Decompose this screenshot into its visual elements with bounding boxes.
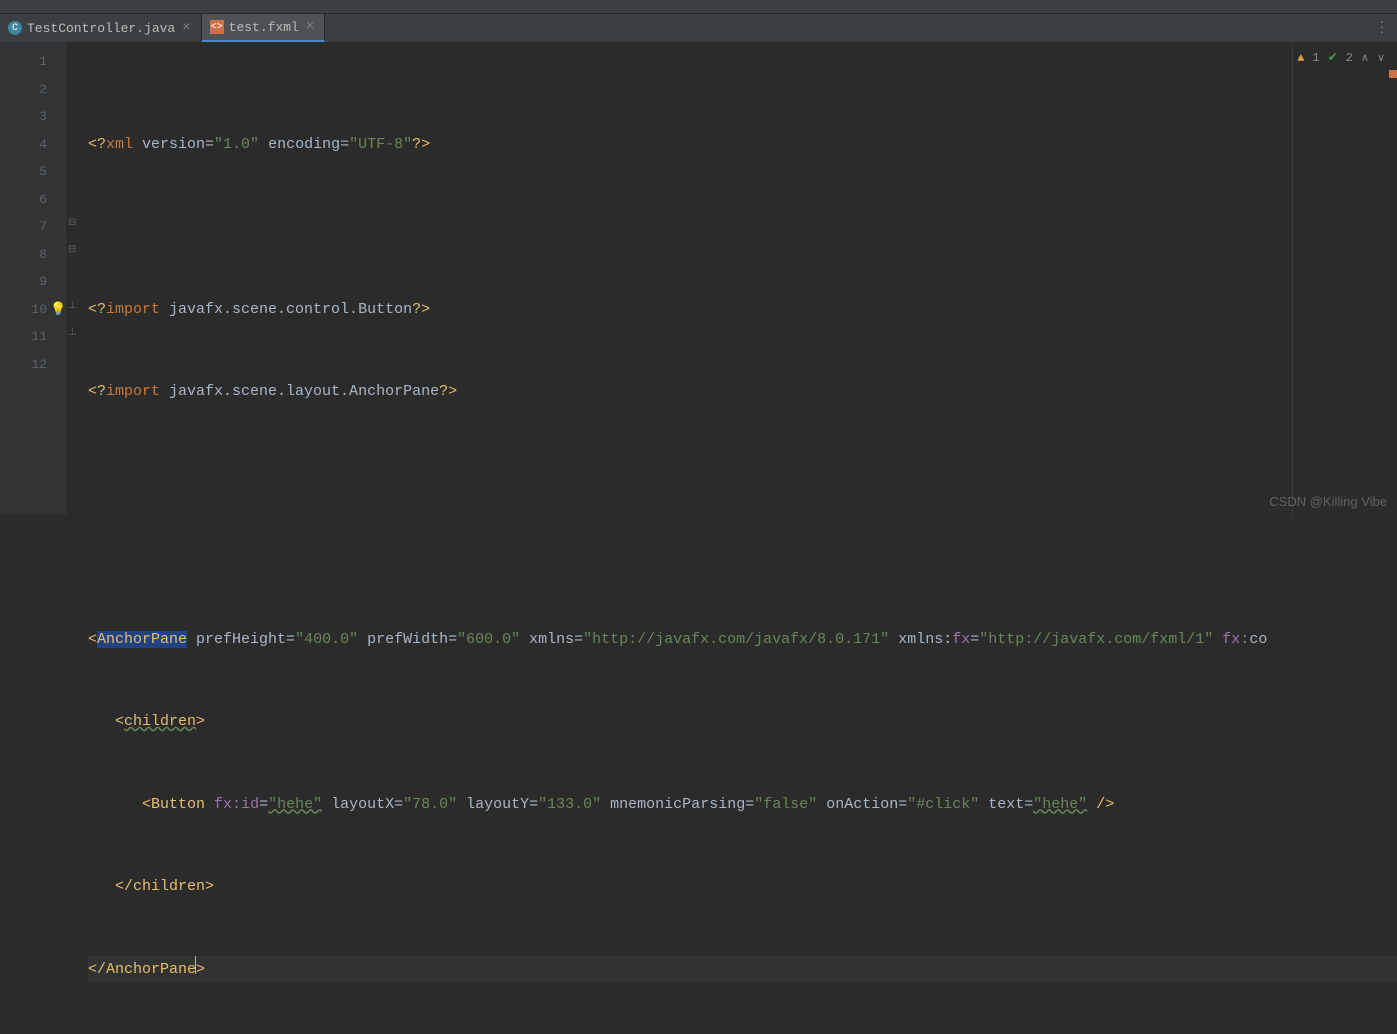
line-number: 2	[6, 76, 47, 104]
line-number: 9	[6, 268, 47, 296]
error-stripe-marker[interactable]	[1389, 70, 1397, 78]
line-number: 1	[6, 48, 47, 76]
prev-highlight-icon[interactable]: ∧	[1361, 51, 1369, 65]
code-line: <?import javafx.scene.control.Button?>	[88, 296, 1397, 324]
inspection-widget[interactable]: ▲ 1 ✔ 2 ∧ ∨	[1297, 50, 1385, 65]
warning-icon: ▲	[1297, 51, 1304, 65]
line-number: 11	[6, 323, 47, 351]
java-file-icon: C	[8, 21, 22, 35]
fxml-file-icon: <>	[210, 20, 224, 34]
line-number: 3	[6, 103, 47, 131]
tab-testcontroller[interactable]: C TestController.java ×	[0, 14, 202, 42]
code-line	[88, 213, 1397, 241]
line-number: 7	[6, 213, 47, 241]
ok-check-icon: ✔	[1328, 50, 1338, 65]
line-number-gutter: 1 2 3 4 5 6 7 8 9 10 11 12	[0, 42, 66, 514]
tab-label: TestController.java	[27, 21, 175, 36]
watermark-text: CSDN @Killing Vibe	[1269, 494, 1387, 509]
next-highlight-icon[interactable]: ∨	[1377, 51, 1385, 65]
line-number: 10	[6, 296, 47, 324]
close-icon[interactable]: ×	[180, 20, 192, 36]
tab-test-fxml[interactable]: <> test.fxml ×	[202, 14, 326, 42]
code-line: <?import javafx.scene.layout.AnchorPane?…	[88, 378, 1397, 406]
warning-count: 1	[1312, 51, 1319, 65]
code-line	[88, 543, 1397, 571]
code-content[interactable]: 💡 <?xml version="1.0" encoding="UTF-8"?>…	[66, 42, 1397, 514]
line-number: 6	[6, 186, 47, 214]
line-number: 8	[6, 241, 47, 269]
top-toolbar	[0, 0, 1397, 14]
line-number: 4	[6, 131, 47, 159]
line-number: 12	[6, 351, 47, 379]
tab-label: test.fxml	[229, 20, 299, 35]
ok-count: 2	[1346, 51, 1353, 65]
close-icon[interactable]: ×	[304, 19, 316, 35]
code-line: </children>	[88, 873, 1397, 901]
code-line: <children>	[88, 708, 1397, 736]
line-number: 5	[6, 158, 47, 186]
code-line: <Button fx:id="hehe" layoutX="78.0" layo…	[88, 791, 1397, 819]
right-margin-line	[1292, 42, 1293, 517]
code-line: <?xml version="1.0" encoding="UTF-8"?>	[88, 131, 1397, 159]
editor-tabs: C TestController.java × <> test.fxml × ⋮	[0, 14, 1397, 42]
code-line: </AnchorPane>	[88, 956, 1397, 984]
code-editor[interactable]: 1 2 3 4 5 6 7 8 9 10 11 12 ⊟ ⊟ ⊥ ⊥ 💡 <?x…	[0, 42, 1397, 514]
code-line: <AnchorPane prefHeight="400.0" prefWidth…	[88, 626, 1397, 654]
tabs-menu-icon[interactable]: ⋮	[1375, 20, 1389, 37]
intention-bulb-icon[interactable]: 💡	[50, 296, 66, 324]
code-line	[88, 461, 1397, 489]
